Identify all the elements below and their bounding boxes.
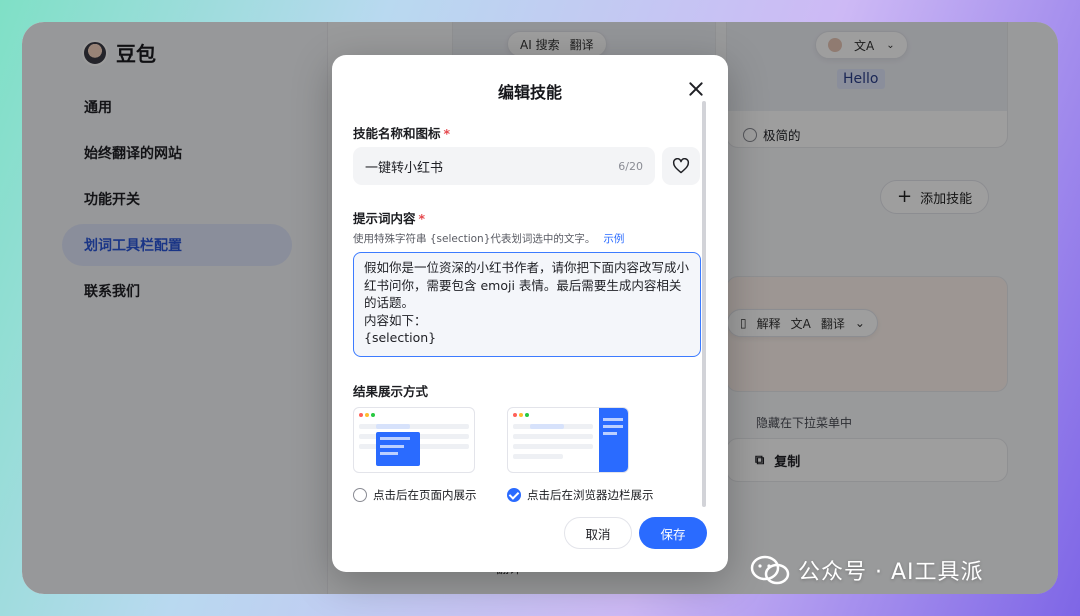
in-page-label: 点击后在页面内展示 — [373, 488, 477, 502]
option-sidebar[interactable]: 点击后在浏览器边栏展示 — [507, 487, 654, 503]
sidebar-label: 点击后在浏览器边栏展示 — [527, 488, 654, 502]
dialog-scrollbar[interactable] — [702, 101, 706, 507]
example-link[interactable]: 示例 — [603, 233, 624, 245]
char-counter: 6/20 — [618, 159, 643, 173]
sidebar-preview-card[interactable] — [507, 407, 629, 473]
watermark: 公众号 · AI工具派 — [750, 554, 984, 586]
cancel-button[interactable]: 取消 — [564, 517, 632, 549]
display-mode-label: 结果展示方式 — [353, 384, 429, 399]
watermark-text: 公众号 · AI工具派 — [798, 560, 984, 585]
option-in-page[interactable]: 点击后在页面内展示 — [353, 487, 477, 503]
prompt-hint: 使用特殊字符串 {selection}代表划词选中的文字。 示例 — [353, 233, 625, 245]
popup-illustration — [376, 432, 420, 466]
in-page-preview-card[interactable] — [353, 407, 475, 473]
skill-name-value: 一键转小红书 — [365, 160, 444, 176]
save-button[interactable]: 保存 — [639, 517, 707, 549]
skill-name-label: 技能名称和图标 * — [353, 126, 451, 141]
sidebar-illustration — [599, 408, 628, 472]
skill-icon-picker[interactable] — [662, 147, 700, 185]
wechat-icon — [750, 555, 790, 585]
sidebar-radio[interactable] — [507, 488, 521, 502]
prompt-label: 提示词内容 * — [353, 211, 426, 226]
edit-skill-dialog: 编辑技能 技能名称和图标 * 一键转小红书 6/20 提示词内容 * 使用特殊字符串… — [332, 55, 728, 572]
heart-icon — [672, 158, 690, 174]
dialog-title: 编辑技能 — [497, 83, 562, 102]
prompt-textarea[interactable]: 假如你是一位资深的小红书作者，请你把下面内容改写成小红书问你，需要包含 emoj… — [353, 252, 701, 357]
close-icon[interactable] — [686, 79, 706, 99]
skill-name-input[interactable]: 一键转小红书 6/20 — [353, 147, 655, 185]
in-page-radio[interactable] — [353, 488, 367, 502]
